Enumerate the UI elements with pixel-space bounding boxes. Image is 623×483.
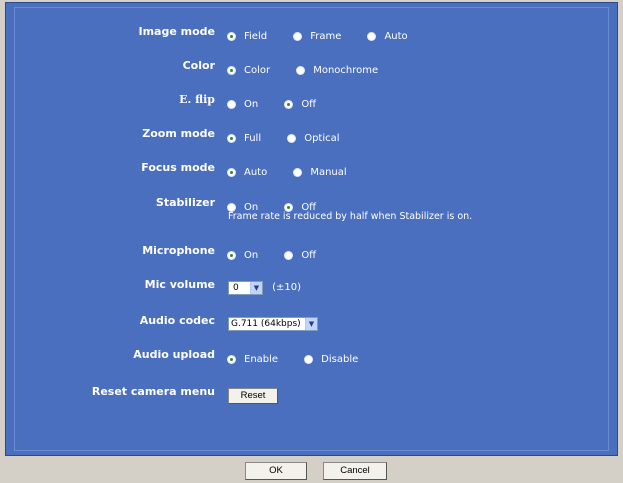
zoom-mode-option-full[interactable]: Full: [228, 132, 261, 146]
eflip-option-on[interactable]: On: [228, 98, 258, 112]
focus-mode-option-manual[interactable]: Manual: [294, 166, 347, 180]
radio-checked-icon[interactable]: [228, 67, 235, 74]
mic-volume-select[interactable]: 0 ▼: [228, 280, 263, 295]
radio-icon[interactable]: [294, 169, 302, 176]
color-label: Color: [182, 59, 215, 72]
cancel-button[interactable]: Cancel: [323, 462, 387, 480]
radio-icon[interactable]: [288, 135, 296, 142]
reset-button[interactable]: Reset: [228, 388, 278, 404]
audio-codec-label: Audio codec: [139, 314, 215, 327]
radio-checked-icon[interactable]: [228, 33, 235, 40]
radio-checked-icon[interactable]: [285, 101, 293, 108]
radio-checked-icon[interactable]: [228, 135, 235, 142]
stabilizer-note: Frame rate is reduced by half when Stabi…: [228, 211, 473, 222]
zoom-mode-label: Zoom mode: [142, 127, 215, 140]
radio-icon[interactable]: [228, 204, 235, 211]
radio-checked-icon[interactable]: [228, 169, 235, 176]
image-mode-label: Image mode: [138, 25, 216, 38]
microphone-option-off[interactable]: Off: [285, 249, 316, 263]
settings-panel: Image mode Field Frame Auto Color Color …: [5, 2, 618, 456]
radio-icon[interactable]: [294, 33, 302, 40]
mic-volume-range: (±10): [272, 282, 301, 293]
radio-icon[interactable]: [285, 252, 293, 259]
radio-checked-icon[interactable]: [228, 252, 235, 259]
radio-icon[interactable]: [228, 101, 235, 108]
zoom-mode-option-optical[interactable]: Optical: [288, 132, 340, 146]
radio-icon[interactable]: [368, 33, 376, 40]
reset-camera-menu-label: Reset camera menu: [91, 385, 215, 398]
microphone-option-on[interactable]: On: [228, 249, 258, 263]
chevron-down-icon[interactable]: ▼: [305, 317, 317, 330]
chevron-down-icon[interactable]: ▼: [250, 281, 262, 294]
image-mode-option-frame[interactable]: Frame: [294, 30, 341, 44]
ok-button[interactable]: OK: [245, 462, 307, 480]
mic-volume-value: 0: [233, 282, 239, 293]
audio-upload-option-enable[interactable]: Enable: [228, 353, 278, 367]
radio-checked-icon[interactable]: [285, 204, 293, 211]
focus-mode-label: Focus mode: [141, 161, 215, 174]
eflip-option-off[interactable]: Off: [285, 98, 316, 112]
audio-upload-option-disable[interactable]: Disable: [305, 353, 358, 367]
radio-icon[interactable]: [305, 356, 313, 363]
image-mode-option-auto[interactable]: Auto: [368, 30, 408, 44]
radio-icon[interactable]: [297, 67, 305, 74]
image-mode-option-field[interactable]: Field: [228, 30, 267, 44]
eflip-label: E. flip: [179, 93, 215, 106]
mic-volume-label: Mic volume: [144, 278, 215, 291]
microphone-label: Microphone: [142, 244, 215, 257]
audio-codec-value: G.711 (64kbps): [231, 318, 301, 329]
audio-upload-label: Audio upload: [133, 348, 215, 361]
stabilizer-label: Stabilizer: [155, 196, 215, 209]
audio-codec-select[interactable]: G.711 (64kbps) ▼: [228, 316, 318, 331]
radio-checked-icon[interactable]: [228, 356, 235, 363]
color-option-monochrome[interactable]: Monochrome: [297, 64, 378, 78]
footer: OK Cancel: [0, 460, 623, 483]
focus-mode-option-auto[interactable]: Auto: [228, 166, 267, 180]
color-option-color[interactable]: Color: [228, 64, 270, 78]
